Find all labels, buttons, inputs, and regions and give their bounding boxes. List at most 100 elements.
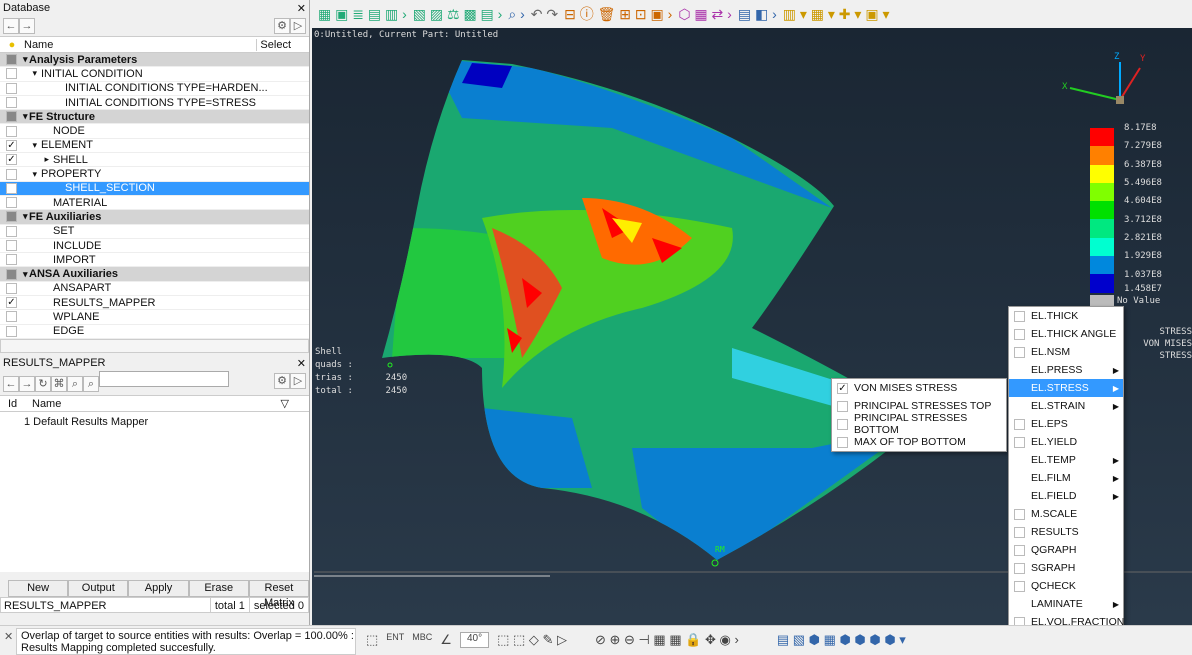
zoom-icon[interactable]: ⌕ [67,375,83,392]
search-input[interactable] [99,370,229,387]
tree-row[interactable]: INITIAL CONDITIONS TYPE=HARDEN... [0,81,309,96]
menu-checkbox[interactable] [1014,508,1025,520]
menu-item-el-film[interactable]: EL.FILM ▶ [1009,469,1123,487]
expand-icon[interactable]: ▸ [23,154,53,165]
menu-checkbox[interactable] [1014,562,1025,574]
menu-item-el-thick[interactable]: EL.THICK [1009,307,1123,325]
menu-checkbox[interactable] [1014,328,1025,340]
output-button[interactable]: Output [68,580,129,597]
visibility-checkbox[interactable] [6,225,17,237]
tree-row[interactable]: IMPORT [0,253,309,268]
expand-icon[interactable]: ▾ [23,140,41,151]
search-icon[interactable]: ⌕ › [508,6,524,23]
visibility-checkbox[interactable] [6,240,17,251]
menu-checkbox[interactable] [1014,418,1025,430]
visibility-checkbox[interactable] [6,168,17,180]
tree-row[interactable]: SHELL_SECTION [0,181,309,196]
tree-row[interactable]: ✓ RESULTS_MAPPER [0,296,309,311]
select-box-icon[interactable]: ⬚ [366,632,378,648]
toolbar-icon[interactable]: ▤ ◧ › [738,6,777,23]
pointer-icon[interactable]: ▷ [290,18,306,34]
horizontal-scrollbar[interactable] [0,339,309,353]
menu-item-qgraph[interactable]: QGRAPH [1009,541,1123,559]
menu-item-el-thick-angle[interactable]: EL.THICK ANGLE [1009,325,1123,343]
menu-checkbox[interactable] [1014,436,1025,448]
angle-input[interactable]: 40° [459,632,490,648]
menu-checkbox[interactable] [1014,544,1025,556]
menu-checkbox[interactable] [1014,346,1025,358]
visibility-checkbox[interactable] [6,54,17,66]
menu-checkbox[interactable] [1014,580,1025,592]
tree-row[interactable]: ▾ FE Structure [0,110,309,125]
visibility-checkbox[interactable] [6,282,17,294]
tree-row[interactable]: INITIAL CONDITIONS TYPE=STRESS [0,95,309,111]
visibility-checkbox[interactable]: ✓ [6,154,17,166]
column-name[interactable]: Name [22,398,281,410]
erase-button[interactable]: Erase [188,580,249,597]
menu-item-m-scale[interactable]: M.SCALE [1009,505,1123,523]
list-item[interactable]: 1 Default Results Mapper [24,416,309,428]
visibility-checkbox[interactable]: ✓ [6,297,17,309]
menu-checkbox[interactable] [1014,310,1025,322]
forward-icon[interactable]: → [19,18,35,34]
visibility-checkbox[interactable] [6,325,17,337]
pointer-icon[interactable]: ▷ [290,373,306,389]
visibility-checkbox[interactable] [6,82,17,94]
menu-item-el-strain[interactable]: EL.STRAIN ▶ [1009,397,1123,415]
tree-row[interactable]: ▾ INITIAL CONDITION [0,67,309,82]
menu-item-el-eps[interactable]: EL.EPS [1009,415,1123,433]
tree-row[interactable]: ▾ ANSA Auxiliaries [0,267,309,282]
visibility-checkbox[interactable]: ✓ [6,139,17,151]
menu-item-sgraph[interactable]: SGRAPH [1009,559,1123,577]
toolbar-icon[interactable]: ⬡ ▦ ⇄ › [678,6,732,23]
toolbar-icon[interactable]: ▧ ▨ ⚖ ▩ ▤ › [413,6,503,23]
tree-row[interactable]: EDGE [0,324,309,339]
settings-icon[interactable]: ⚙ [274,373,290,389]
menu-item-results[interactable]: RESULTS [1009,523,1123,541]
toolbar-icon[interactable]: ⊟ ⓘ 🗑 ⊞ ⊡ ▣ › [564,4,672,24]
menu-item-el-press[interactable]: EL.PRESS ▶ [1009,361,1123,379]
visibility-checkbox[interactable] [6,197,17,209]
expand-icon[interactable]: ▾ [23,68,41,79]
close-messages-icon[interactable]: ✕ [4,630,13,643]
tree-row[interactable]: ▾ Analysis Parameters [0,53,309,68]
menu-checkbox[interactable] [1014,526,1025,538]
menu-item-el-field[interactable]: EL.FIELD ▶ [1009,487,1123,505]
menu-item-qcheck[interactable]: QCHECK [1009,577,1123,595]
settings-icon[interactable]: ⚙ [274,18,290,34]
menu-checkbox[interactable] [837,436,848,448]
reset-matrix-button[interactable]: Reset Matrix [248,580,310,609]
expand-icon[interactable]: ▾ [23,169,41,180]
refresh-icon[interactable]: ↻ [35,375,51,392]
menu-checkbox[interactable]: ✓ [837,382,848,394]
visibility-checkbox[interactable] [6,268,17,280]
ent-toggle[interactable]: ENT [386,632,404,648]
visibility-checkbox[interactable] [6,254,17,266]
filter-icon[interactable]: ⌘ [51,375,67,392]
visibility-checkbox[interactable] [6,97,17,109]
tree-row[interactable]: ✓ ▾ ELEMENT [0,138,309,154]
toolbar-icon[interactable]: ⊘ ⊕ ⊖ ⊣ ▦ ▦ 🔒 ✥ ◉ › [595,632,739,648]
close-icon[interactable]: ✕ [297,357,306,370]
visibility-checkbox[interactable] [6,125,17,137]
tree-row[interactable]: ✓ ▸ SHELL [0,153,309,168]
undo-icon[interactable]: ↶ ↷ [531,6,558,23]
menu-item-el-temp[interactable]: EL.TEMP ▶ [1009,451,1123,469]
tree-row[interactable]: WPLANE [0,310,309,325]
submenu-item[interactable]: ✓ VON MISES STRESS [832,379,1006,397]
tree-row[interactable]: ▾ FE Auxiliaries [0,210,309,225]
tree-row[interactable]: SET [0,224,309,239]
menu-checkbox[interactable] [837,400,848,412]
view-icons[interactable]: ▤ ▧ ⬢ ▦ ⬢ ⬢ ⬢ ⬢ ▾ [777,632,906,648]
tree-row[interactable]: INCLUDE [0,238,309,254]
visibility-checkbox[interactable] [6,211,17,223]
search-icon[interactable]: ⌕ [83,375,99,392]
tree-row[interactable]: MATERIAL [0,195,309,211]
close-icon[interactable]: ✕ [297,2,306,15]
toolbar-icon[interactable]: ▥ ▾ ▦ ▾ ✚ ▾ ▣ ▾ [783,6,890,23]
new-button[interactable]: New [8,580,69,597]
apply-button[interactable]: Apply [128,580,189,597]
forward-icon[interactable]: → [19,375,35,392]
menu-item-el-nsm[interactable]: EL.NSM [1009,343,1123,361]
mbc-toggle[interactable]: MBC [412,632,432,648]
